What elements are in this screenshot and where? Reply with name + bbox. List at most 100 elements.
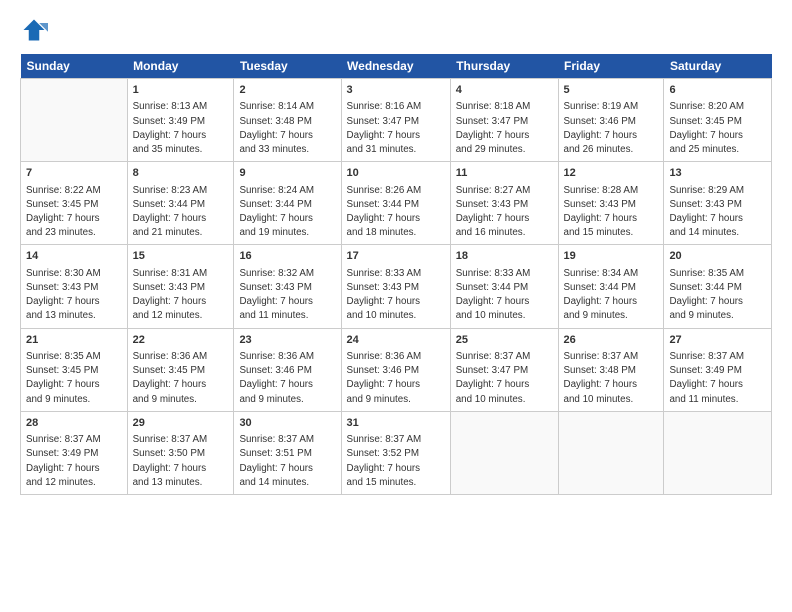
calendar-cell: 26 Sunrise: 8:37 AMSunset: 3:48 PMDayligh… [558,328,664,411]
day-number: 23 [239,333,335,348]
day-number: 26 [564,333,659,348]
cell-content: Sunrise: 8:28 AMSunset: 3:43 PMDaylight:… [564,184,659,241]
week-row: 1 Sunrise: 8:13 AMSunset: 3:49 PMDaylight… [21,79,772,162]
cell-content: Sunrise: 8:33 AMSunset: 3:44 PMDaylight:… [456,267,553,324]
cell-content: Sunrise: 8:14 AMSunset: 3:48 PMDaylight:… [239,100,335,157]
calendar-cell: 27 Sunrise: 8:37 AMSunset: 3:49 PMDayligh… [664,328,772,411]
cell-content: Sunrise: 8:22 AMSunset: 3:45 PMDaylight:… [26,184,122,241]
day-number: 15 [133,249,229,264]
cell-content: Sunrise: 8:16 AMSunset: 3:47 PMDaylight:… [347,100,445,157]
calendar-cell: 3Sunrise: 8:16 AMSunset: 3:47 PMDaylight… [341,79,450,162]
day-number: 10 [347,166,445,181]
cell-content: Sunrise: 8:36 AMSunset: 3:46 PMDaylight:… [239,350,335,407]
cell-content: Sunrise: 8:37 AMSunset: 3:47 PMDaylight:… [456,350,553,407]
cell-content: Sunrise: 8:29 AMSunset: 3:43 PMDaylight:… [669,184,766,241]
week-row: 7 Sunrise: 8:22 AMSunset: 3:45 PMDaylight… [21,162,772,245]
calendar-cell: 23 Sunrise: 8:36 AMSunset: 3:46 PMDayligh… [234,328,341,411]
header-day: Tuesday [234,54,341,79]
day-number: 21 [26,333,122,348]
day-number: 28 [26,416,122,431]
day-number: 18 [456,249,553,264]
calendar-cell: 9Sunrise: 8:24 AMSunset: 3:44 PMDaylight… [234,162,341,245]
calendar-cell: 31 Sunrise: 8:37 AMSunset: 3:52 PMDayligh… [341,411,450,494]
calendar-cell: 21 Sunrise: 8:35 AMSunset: 3:45 PMDayligh… [21,328,128,411]
calendar-cell: 28 Sunrise: 8:37 AMSunset: 3:49 PMDayligh… [21,411,128,494]
day-number: 6 [669,83,766,98]
cell-content: Sunrise: 8:26 AMSunset: 3:44 PMDaylight:… [347,184,445,241]
day-number: 17 [347,249,445,264]
calendar-cell: 11 Sunrise: 8:27 AMSunset: 3:43 PMDayligh… [450,162,558,245]
header-day: Saturday [664,54,772,79]
cell-content: Sunrise: 8:37 AMSunset: 3:52 PMDaylight:… [347,433,445,490]
calendar-cell [558,411,664,494]
header-day: Wednesday [341,54,450,79]
cell-content: Sunrise: 8:37 AMSunset: 3:49 PMDaylight:… [26,433,122,490]
cell-content: Sunrise: 8:18 AMSunset: 3:47 PMDaylight:… [456,100,553,157]
calendar-cell: 7 Sunrise: 8:22 AMSunset: 3:45 PMDaylight… [21,162,128,245]
calendar-cell: 24Sunrise: 8:36 AMSunset: 3:46 PMDayligh… [341,328,450,411]
day-number: 8 [133,166,229,181]
cell-content: Sunrise: 8:37 AMSunset: 3:49 PMDaylight:… [669,350,766,407]
cell-content: Sunrise: 8:27 AMSunset: 3:43 PMDaylight:… [456,184,553,241]
day-number: 31 [347,416,445,431]
day-number: 4 [456,83,553,98]
header-day: Thursday [450,54,558,79]
calendar-cell: 12Sunrise: 8:28 AMSunset: 3:43 PMDayligh… [558,162,664,245]
calendar-cell: 10 Sunrise: 8:26 AMSunset: 3:44 PMDayligh… [341,162,450,245]
cell-content: Sunrise: 8:32 AMSunset: 3:43 PMDaylight:… [239,267,335,324]
header [20,16,772,44]
calendar-cell: 15 Sunrise: 8:31 AMSunset: 3:43 PMDayligh… [127,245,234,328]
calendar-cell: 8 Sunrise: 8:23 AMSunset: 3:44 PMDaylight… [127,162,234,245]
calendar-cell: 2 Sunrise: 8:14 AMSunset: 3:48 PMDaylight… [234,79,341,162]
cell-content: Sunrise: 8:36 AMSunset: 3:45 PMDaylight:… [133,350,229,407]
cell-content: Sunrise: 8:19 AMSunset: 3:46 PMDaylight:… [564,100,659,157]
cell-content: Sunrise: 8:35 AMSunset: 3:44 PMDaylight:… [669,267,766,324]
calendar-cell: 16 Sunrise: 8:32 AMSunset: 3:43 PMDayligh… [234,245,341,328]
day-number: 7 [26,166,122,181]
cell-content: Sunrise: 8:33 AMSunset: 3:43 PMDaylight:… [347,267,445,324]
day-number: 30 [239,416,335,431]
week-row: 21 Sunrise: 8:35 AMSunset: 3:45 PMDayligh… [21,328,772,411]
calendar-cell: 29Sunrise: 8:37 AMSunset: 3:50 PMDayligh… [127,411,234,494]
day-number: 1 [133,83,229,98]
header-day: Friday [558,54,664,79]
day-number: 20 [669,249,766,264]
cell-content: Sunrise: 8:31 AMSunset: 3:43 PMDaylight:… [133,267,229,324]
page: SundayMondayTuesdayWednesdayThursdayFrid… [0,0,792,612]
calendar-cell [664,411,772,494]
cell-content: Sunrise: 8:36 AMSunset: 3:46 PMDaylight:… [347,350,445,407]
day-number: 29 [133,416,229,431]
day-number: 22 [133,333,229,348]
calendar-cell: 6Sunrise: 8:20 AMSunset: 3:45 PMDaylight… [664,79,772,162]
day-number: 5 [564,83,659,98]
day-number: 14 [26,249,122,264]
calendar-cell: 14Sunrise: 8:30 AMSunset: 3:43 PMDayligh… [21,245,128,328]
calendar-cell: 17 Sunrise: 8:33 AMSunset: 3:43 PMDayligh… [341,245,450,328]
day-number: 16 [239,249,335,264]
cell-content: Sunrise: 8:24 AMSunset: 3:44 PMDaylight:… [239,184,335,241]
logo [20,16,52,44]
calendar-cell: 25Sunrise: 8:37 AMSunset: 3:47 PMDayligh… [450,328,558,411]
day-number: 13 [669,166,766,181]
cell-content: Sunrise: 8:37 AMSunset: 3:48 PMDaylight:… [564,350,659,407]
cell-content: Sunrise: 8:13 AMSunset: 3:49 PMDaylight:… [133,100,229,157]
calendar-cell [450,411,558,494]
cell-content: Sunrise: 8:35 AMSunset: 3:45 PMDaylight:… [26,350,122,407]
day-number: 2 [239,83,335,98]
day-number: 11 [456,166,553,181]
header-row: SundayMondayTuesdayWednesdayThursdayFrid… [21,54,772,79]
calendar-cell: 13 Sunrise: 8:29 AMSunset: 3:43 PMDayligh… [664,162,772,245]
day-number: 19 [564,249,659,264]
calendar-cell: 18 Sunrise: 8:33 AMSunset: 3:44 PMDayligh… [450,245,558,328]
calendar-cell: 4 Sunrise: 8:18 AMSunset: 3:47 PMDaylight… [450,79,558,162]
calendar-table: SundayMondayTuesdayWednesdayThursdayFrid… [20,54,772,495]
logo-icon [20,16,48,44]
calendar-cell: 19Sunrise: 8:34 AMSunset: 3:44 PMDayligh… [558,245,664,328]
calendar-cell: 22 Sunrise: 8:36 AMSunset: 3:45 PMDayligh… [127,328,234,411]
cell-content: Sunrise: 8:23 AMSunset: 3:44 PMDaylight:… [133,184,229,241]
day-number: 27 [669,333,766,348]
week-row: 14Sunrise: 8:30 AMSunset: 3:43 PMDayligh… [21,245,772,328]
header-day: Sunday [21,54,128,79]
calendar-cell [21,79,128,162]
calendar-cell: 5 Sunrise: 8:19 AMSunset: 3:46 PMDaylight… [558,79,664,162]
